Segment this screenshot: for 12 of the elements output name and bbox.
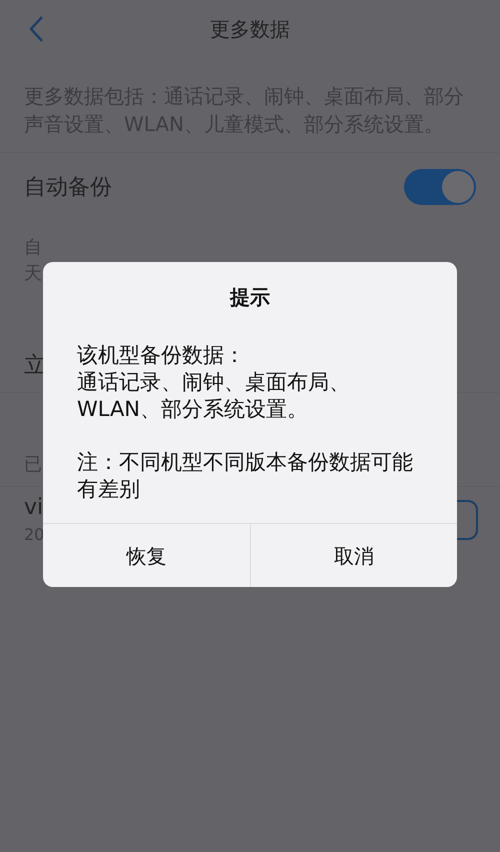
page-title: 更多数据 <box>210 16 290 43</box>
back-icon[interactable] <box>28 15 44 43</box>
dialog-message: 通话记录、闹钟、桌面布局、 <box>77 369 351 396</box>
dialog-title: 提示 <box>228 284 271 311</box>
dialog-message: WLAN、部分系统设置。 <box>77 396 310 423</box>
dialog-button[interactable]: 恢复 <box>43 524 250 587</box>
dialog-note: 注：不同机型不同版本备份数据可能有差别 <box>77 449 414 503</box>
auto-backup-label: 自动备份 <box>24 174 112 202</box>
dialog-message: 该机型备份数据： <box>77 342 246 369</box>
auto-backup-toggle[interactable] <box>404 169 476 205</box>
dialog-button[interactable]: 取消 <box>250 524 457 587</box>
backup-name: vi <box>24 494 44 522</box>
